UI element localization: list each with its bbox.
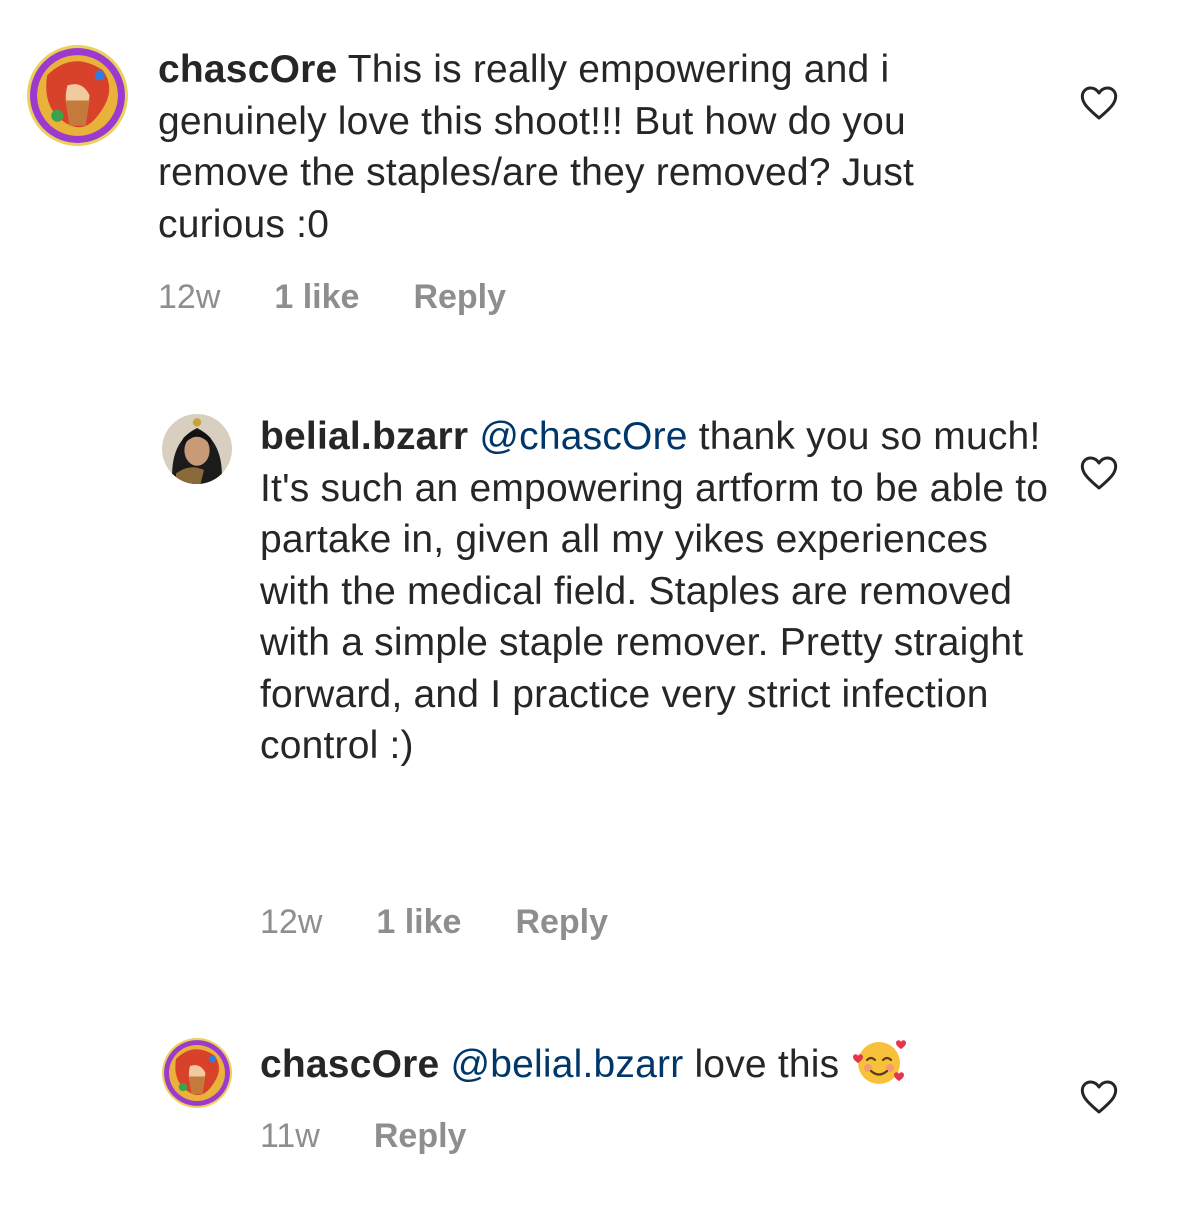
smiling-face-with-hearts-icon <box>850 1035 908 1087</box>
comment-text: love this <box>694 1043 840 1086</box>
avatar[interactable] <box>27 45 128 146</box>
comment-meta: 12w 1 like Reply <box>158 278 560 317</box>
comment-body: chascOre @belial.bzarr love this <box>260 1035 1050 1091</box>
avatar[interactable] <box>162 1038 232 1108</box>
comment-username[interactable]: chascOre <box>158 48 337 91</box>
reply-button[interactable]: Reply <box>374 1117 467 1156</box>
heart-outline-icon[interactable] <box>1079 1077 1119 1117</box>
comment-meta: 11w Reply <box>260 1117 520 1156</box>
comment-timestamp[interactable]: 12w <box>260 903 322 942</box>
comment-username[interactable]: belial.bzarr <box>260 415 468 458</box>
comment-timestamp[interactable]: 12w <box>158 278 220 317</box>
reply-button[interactable]: Reply <box>413 278 506 317</box>
comment-text: thank you so much! It's such an empoweri… <box>260 415 1049 767</box>
comment-meta: 12w 1 like Reply <box>260 903 662 942</box>
comment-username[interactable]: chascOre <box>260 1043 439 1086</box>
heart-outline-icon[interactable] <box>1079 83 1119 123</box>
mention-link[interactable]: @belial.bzarr <box>450 1043 683 1086</box>
comment-body: chascOre This is really empowering and i… <box>158 44 1028 250</box>
comment-likes-count[interactable]: 1 like <box>274 278 359 317</box>
comment-body: belial.bzarr @chascOre thank you so much… <box>260 411 1050 772</box>
mention-link[interactable]: @chascOre <box>479 415 687 458</box>
reply-button[interactable]: Reply <box>515 903 608 942</box>
comment-likes-count[interactable]: 1 like <box>376 903 461 942</box>
comment-timestamp[interactable]: 11w <box>260 1117 320 1156</box>
avatar[interactable] <box>162 414 232 484</box>
heart-outline-icon[interactable] <box>1079 453 1119 493</box>
